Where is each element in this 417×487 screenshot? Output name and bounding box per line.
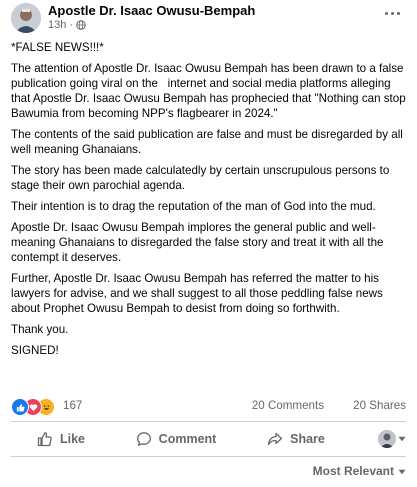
- share-count[interactable]: 20 Shares: [353, 399, 406, 412]
- post-meta: 13h ·: [48, 19, 86, 31]
- post-paragraph: The story has been made calculatedly by …: [11, 164, 393, 192]
- author-name[interactable]: Apostle Dr. Isaac Owusu-Bempah: [48, 3, 255, 18]
- like-label: Like: [59, 432, 85, 446]
- comment-icon: [136, 431, 152, 447]
- divider: [11, 421, 406, 422]
- comment-sort-dropdown[interactable]: Most Relevant: [313, 464, 406, 478]
- share-icon: [267, 431, 283, 447]
- post-paragraph: The attention of Apostle Dr. Isaac Owusu…: [11, 62, 409, 120]
- sort-label: Most Relevant: [312, 464, 394, 478]
- share-label: Share: [290, 432, 325, 446]
- caret-down-icon: [398, 464, 406, 478]
- divider: [11, 456, 406, 457]
- globe-icon[interactable]: [76, 20, 86, 30]
- author-avatar[interactable]: [11, 3, 41, 33]
- user-avatar: [378, 430, 396, 448]
- like-reaction-icon: [11, 398, 29, 416]
- post-paragraph: SIGNED!: [11, 344, 59, 357]
- post-paragraph: *FALSE NEWS!!!*: [11, 41, 104, 54]
- post-time[interactable]: 13h: [48, 19, 66, 31]
- post-paragraph: Further, Apostle Dr. Isaac Owusu Bempah …: [11, 272, 387, 315]
- reaction-audience-button[interactable]: [351, 425, 406, 453]
- reaction-icons[interactable]: [11, 398, 55, 416]
- post-paragraph: Apostle Dr. Isaac Owusu Bempah implores …: [11, 221, 387, 264]
- comment-button[interactable]: Comment: [111, 425, 241, 453]
- post-actions: Like Comment Share: [11, 424, 406, 454]
- more-options-icon[interactable]: [381, 6, 403, 20]
- comment-count[interactable]: 20 Comments: [252, 399, 324, 412]
- comment-label: Comment: [158, 432, 217, 446]
- post-header: Apostle Dr. Isaac Owusu-Bempah 13h ·: [0, 0, 417, 34]
- like-button[interactable]: Like: [11, 425, 111, 453]
- post-paragraph: Their intention is to drag the reputatio…: [11, 200, 376, 213]
- post-paragraph: The contents of the said publication are…: [11, 128, 407, 156]
- thumbs-up-icon: [37, 431, 53, 447]
- post-paragraph: Thank you.: [11, 323, 69, 336]
- reactions-bar: 167 20 Comments 20 Shares: [11, 397, 406, 416]
- share-button[interactable]: Share: [241, 425, 351, 453]
- reaction-count[interactable]: 167: [63, 399, 82, 412]
- post-body: *FALSE NEWS!!!* The attention of Apostle…: [11, 40, 408, 364]
- caret-down-icon: [398, 436, 406, 442]
